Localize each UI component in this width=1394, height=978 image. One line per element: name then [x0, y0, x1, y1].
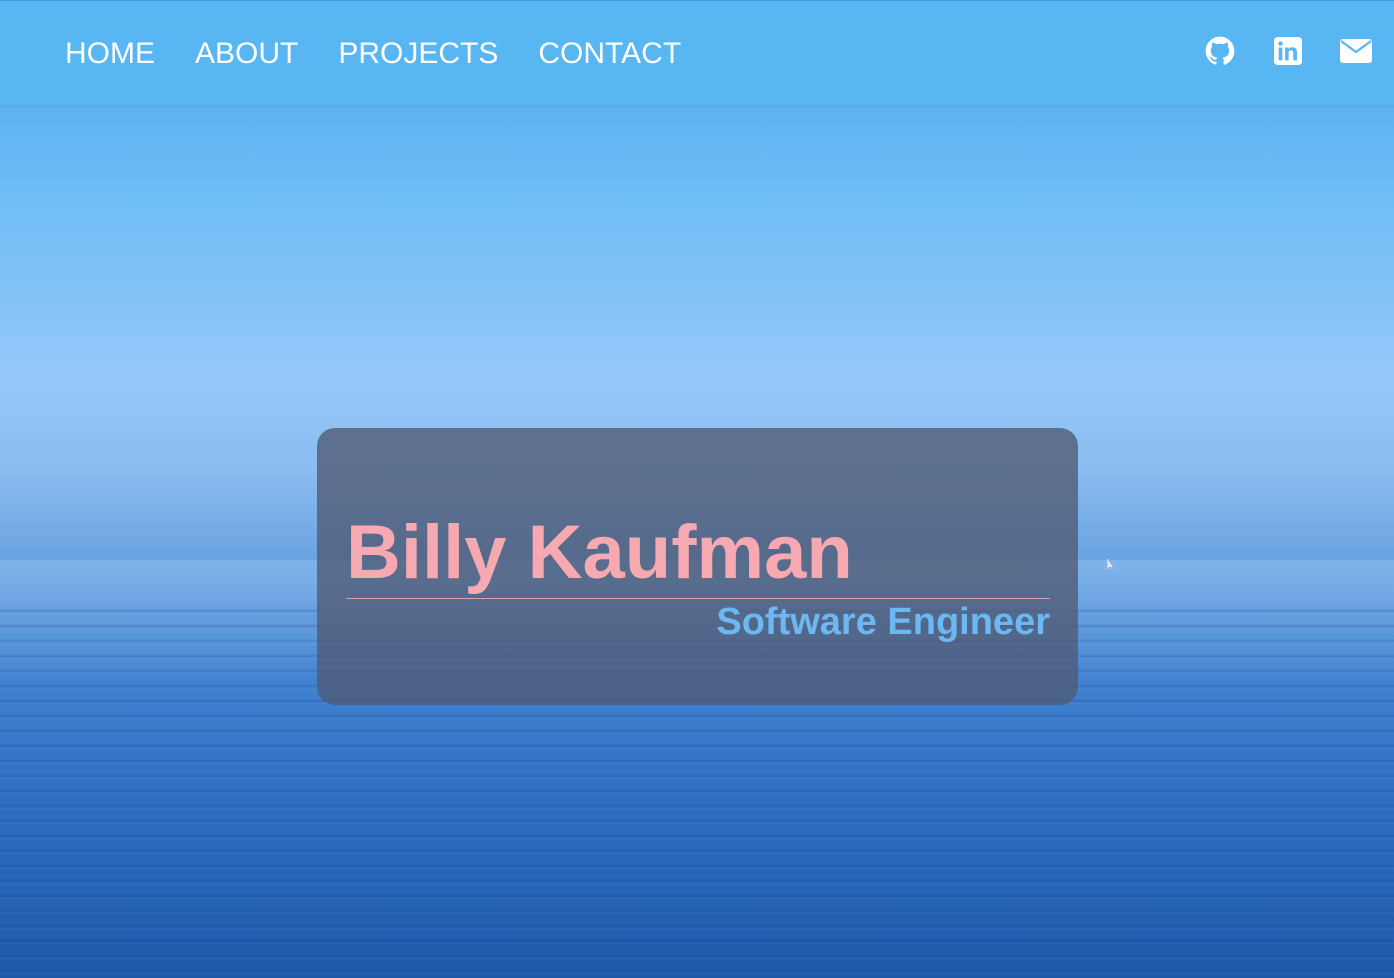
nav-contact-link[interactable]: CONTACT	[538, 36, 681, 72]
nav-home-link[interactable]: HOME	[65, 36, 155, 72]
github-icon[interactable]	[1204, 35, 1236, 67]
navbar: HOME ABOUT PROJECTS CONTACT	[0, 0, 1394, 105]
social-links	[1204, 35, 1372, 67]
distant-boat	[1104, 559, 1114, 570]
hero-job-title: Software Engineer	[716, 601, 1050, 643]
hero-name: Billy Kaufman	[346, 510, 853, 595]
nav-projects-link[interactable]: PROJECTS	[338, 36, 498, 72]
hero-card: Billy Kaufman Software Engineer	[317, 428, 1078, 705]
nav-about-link[interactable]: ABOUT	[195, 36, 298, 72]
linkedin-icon[interactable]	[1272, 35, 1304, 67]
hero-divider	[346, 598, 1050, 599]
mail-icon[interactable]	[1340, 35, 1372, 67]
page: HOME ABOUT PROJECTS CONTACT Billy Kaufma…	[0, 0, 1394, 978]
nav-links: HOME ABOUT PROJECTS CONTACT	[65, 36, 681, 72]
